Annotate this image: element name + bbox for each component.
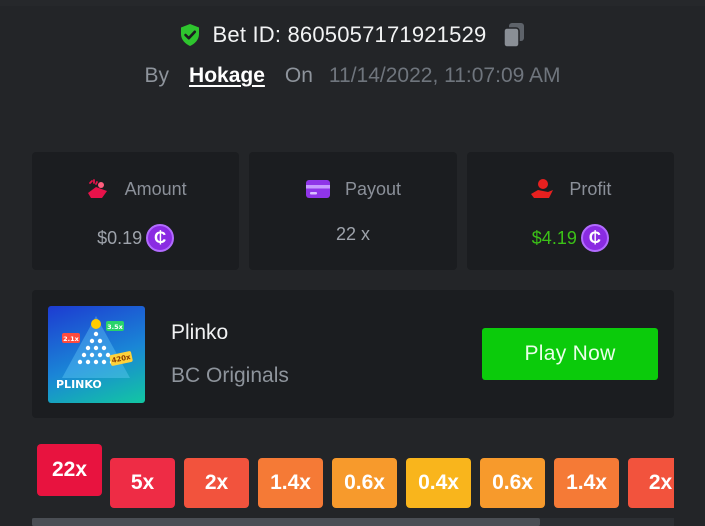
amount-label: Amount: [124, 178, 187, 199]
payout-header: Payout: [249, 178, 456, 200]
multiplier-row: 22x 5x 2x 1.4x 0.6x 0.4x 0.6x 1.4x 2x: [36, 444, 674, 514]
amount-value-row: $0.19 ₵: [32, 224, 239, 252]
coin-icon: ₵: [146, 224, 175, 252]
amount-card: Amount $0.19 ₵: [32, 152, 240, 270]
thumb-title: PLINKO: [56, 378, 102, 391]
multiplier-chip: 0.4x: [406, 458, 471, 508]
game-name[interactable]: Plinko: [171, 321, 228, 345]
multiplier-chip: 1.4x: [554, 458, 619, 508]
amount-header: Amount: [32, 178, 239, 200]
card-icon: [305, 180, 330, 198]
top-divider: [0, 0, 705, 6]
profit-card: Profit $4.19 ₵: [466, 152, 674, 270]
play-now-button[interactable]: Play Now: [482, 328, 658, 380]
multiplier-chip: 2x: [184, 458, 249, 508]
horizontal-scrollbar[interactable]: [32, 518, 674, 526]
multiplier-chip: 0.6x: [332, 458, 397, 508]
multiplier-chip-active: 22x: [37, 444, 102, 496]
game-thumbnail[interactable]: 2.1x 3.5x 420x PLINKO: [48, 306, 145, 403]
profit-header: Profit: [467, 178, 674, 200]
profit-label: Profit: [569, 178, 612, 199]
verified-shield-icon: [180, 24, 199, 46]
game-provider: BC Originals: [171, 364, 289, 387]
multiplier-chip: 2x: [628, 458, 674, 508]
multiplier-chip: 0.6x: [480, 458, 545, 508]
plinko-artwork: 2.1x 3.5x 420x PLINKO: [56, 316, 133, 391]
payout-value: 22 x: [335, 224, 370, 244]
profit-value-row: $4.19 ₵: [467, 224, 674, 252]
profit-value: $4.19: [531, 227, 577, 248]
coin-icon: ₵: [580, 224, 609, 252]
profit-hand-icon: [531, 179, 554, 198]
multiplier-chip: 5x: [110, 458, 175, 508]
bet-stats: Amount $0.19 ₵ Payout 22 x Profit $4.19 …: [32, 152, 674, 270]
bet-datetime: 11/14/2022, 11:07:09 AM: [328, 64, 561, 87]
bet-meta-row: By Hokage On 11/14/2022, 11:07:09 AM: [0, 64, 705, 88]
on-label: On: [284, 64, 313, 87]
game-card: 2.1x 3.5x 420x PLINKO Plinko BC Original…: [32, 290, 674, 418]
thumb-tag-2: 3.5x: [107, 323, 124, 331]
multiplier-chip: 1.4x: [258, 458, 323, 508]
username-link[interactable]: Hokage: [189, 64, 265, 88]
by-label: By: [144, 64, 170, 87]
payout-card: Payout 22 x: [249, 152, 457, 270]
bet-id-row: Bet ID: 8605057171921529: [0, 22, 705, 48]
money-hand-icon: [87, 179, 107, 198]
payout-label: Payout: [344, 178, 402, 199]
amount-value: $0.19: [97, 227, 143, 248]
payout-value-row: 22 x: [249, 224, 456, 245]
copy-icon[interactable]: [502, 22, 526, 48]
scrollbar-thumb[interactable]: [32, 518, 540, 526]
bet-id-text: Bet ID: 8605057171921529: [212, 22, 487, 47]
thumb-tag-1: 2.1x: [63, 335, 80, 343]
